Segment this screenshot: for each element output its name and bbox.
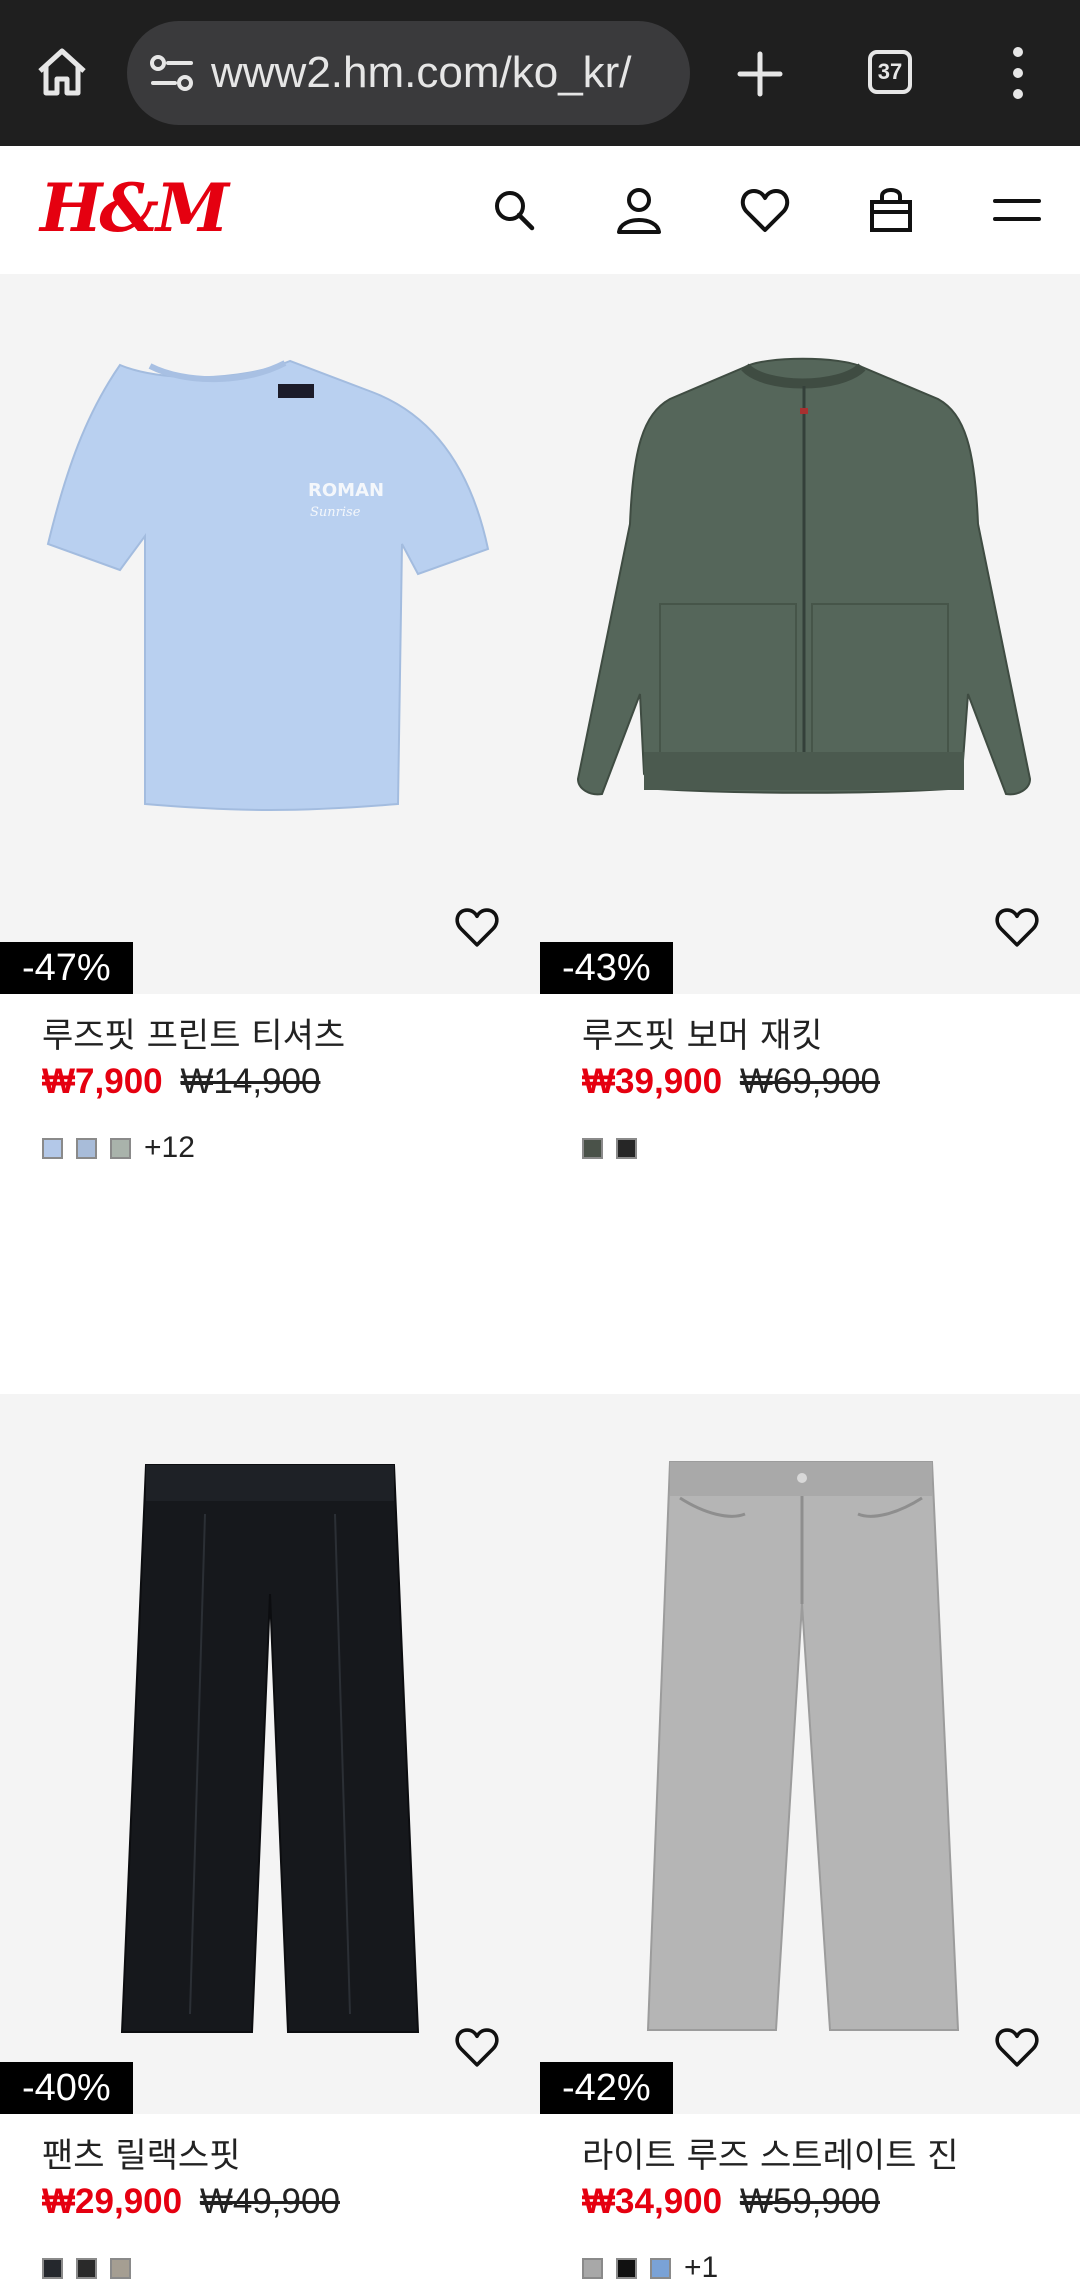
product-price: ₩7,900 ₩14,900 <box>42 1058 320 1106</box>
address-bar[interactable]: www2.hm.com/ko_kr/ <box>127 21 690 125</box>
sale-price: ₩7,900 <box>42 1062 163 1101</box>
sale-price: ₩39,900 <box>582 1062 723 1101</box>
color-swatches <box>582 1130 650 1166</box>
discount-badge: -47% <box>0 942 133 994</box>
color-swatch[interactable] <box>650 2257 671 2279</box>
hamburger-menu-icon[interactable] <box>989 182 1045 238</box>
color-swatch[interactable] <box>616 1137 637 1159</box>
color-swatch[interactable] <box>76 2257 97 2279</box>
shopping-bag-icon[interactable] <box>863 182 919 238</box>
color-swatch[interactable] <box>76 1137 97 1159</box>
product-image[interactable] <box>540 274 1080 994</box>
browser-toolbar: www2.hm.com/ko_kr/ 37 <box>0 0 1080 146</box>
color-swatch[interactable] <box>42 2257 63 2279</box>
color-swatch[interactable] <box>110 1137 131 1159</box>
product-price: ₩29,900 ₩49,900 <box>42 2178 340 2226</box>
sale-price: ₩29,900 <box>42 2182 183 2221</box>
search-icon[interactable] <box>486 182 542 238</box>
more-colors-count: +12 <box>144 1131 195 1164</box>
product-name[interactable]: 팬츠 릴랙스핏 <box>42 2132 241 2180</box>
svg-text:Sunrise: Sunrise <box>310 505 361 520</box>
product-name[interactable]: 루즈핏 보머 재킷 <box>582 1012 823 1060</box>
hm-logo[interactable]: H&M <box>40 168 229 248</box>
color-swatch[interactable] <box>616 2257 637 2279</box>
color-swatch[interactable] <box>110 2257 131 2279</box>
add-to-favorites-icon[interactable] <box>452 902 502 952</box>
trousers-image <box>120 1464 420 2033</box>
site-settings-icon[interactable] <box>149 53 195 93</box>
sale-price: ₩34,900 <box>582 2182 723 2221</box>
product-image[interactable] <box>540 1394 1080 2114</box>
url-text[interactable]: www2.hm.com/ko_kr/ <box>211 47 632 99</box>
color-swatch[interactable] <box>582 1137 603 1159</box>
new-tab-icon[interactable] <box>732 46 788 102</box>
color-swatch[interactable] <box>582 2257 603 2279</box>
product-name[interactable]: 루즈핏 프린트 티셔츠 <box>42 1012 345 1060</box>
product-price: ₩39,900 ₩69,900 <box>582 1058 880 1106</box>
product-image[interactable]: ROMAN Sunrise <box>0 274 540 994</box>
jeans-image <box>646 1461 960 2031</box>
discount-badge: -42% <box>540 2062 673 2114</box>
original-price: ₩14,900 <box>180 1062 321 1101</box>
add-to-favorites-icon[interactable] <box>992 2022 1042 2072</box>
tab-switcher-button[interactable]: 37 <box>868 50 912 94</box>
original-price: ₩69,900 <box>739 1062 880 1101</box>
discount-badge: -40% <box>0 2062 133 2114</box>
discount-badge: -43% <box>540 942 673 994</box>
add-to-favorites-icon[interactable] <box>452 2022 502 2072</box>
product-image[interactable] <box>0 1394 540 2114</box>
bomber-jacket-image <box>576 357 1032 796</box>
site-header: H&M <box>0 146 1080 274</box>
color-swatches: +12 <box>42 1130 195 1166</box>
home-icon[interactable] <box>34 44 90 100</box>
more-colors-count: +1 <box>684 2251 719 2284</box>
product-price: ₩34,900 ₩59,900 <box>582 2178 880 2226</box>
color-swatch[interactable] <box>42 1137 63 1159</box>
color-swatches: +1 <box>582 2250 718 2286</box>
original-price: ₩59,900 <box>739 2182 880 2221</box>
original-price: ₩49,900 <box>199 2182 340 2221</box>
favorites-icon[interactable] <box>737 182 793 238</box>
svg-text:ROMAN: ROMAN <box>308 480 384 501</box>
add-to-favorites-icon[interactable] <box>992 902 1042 952</box>
more-options-icon[interactable] <box>1006 44 1030 102</box>
account-icon[interactable] <box>611 182 667 238</box>
color-swatches <box>42 2250 144 2286</box>
tshirt-image: ROMAN Sunrise <box>46 359 490 811</box>
product-name[interactable]: 라이트 루즈 스트레이트 진 <box>582 2132 959 2180</box>
